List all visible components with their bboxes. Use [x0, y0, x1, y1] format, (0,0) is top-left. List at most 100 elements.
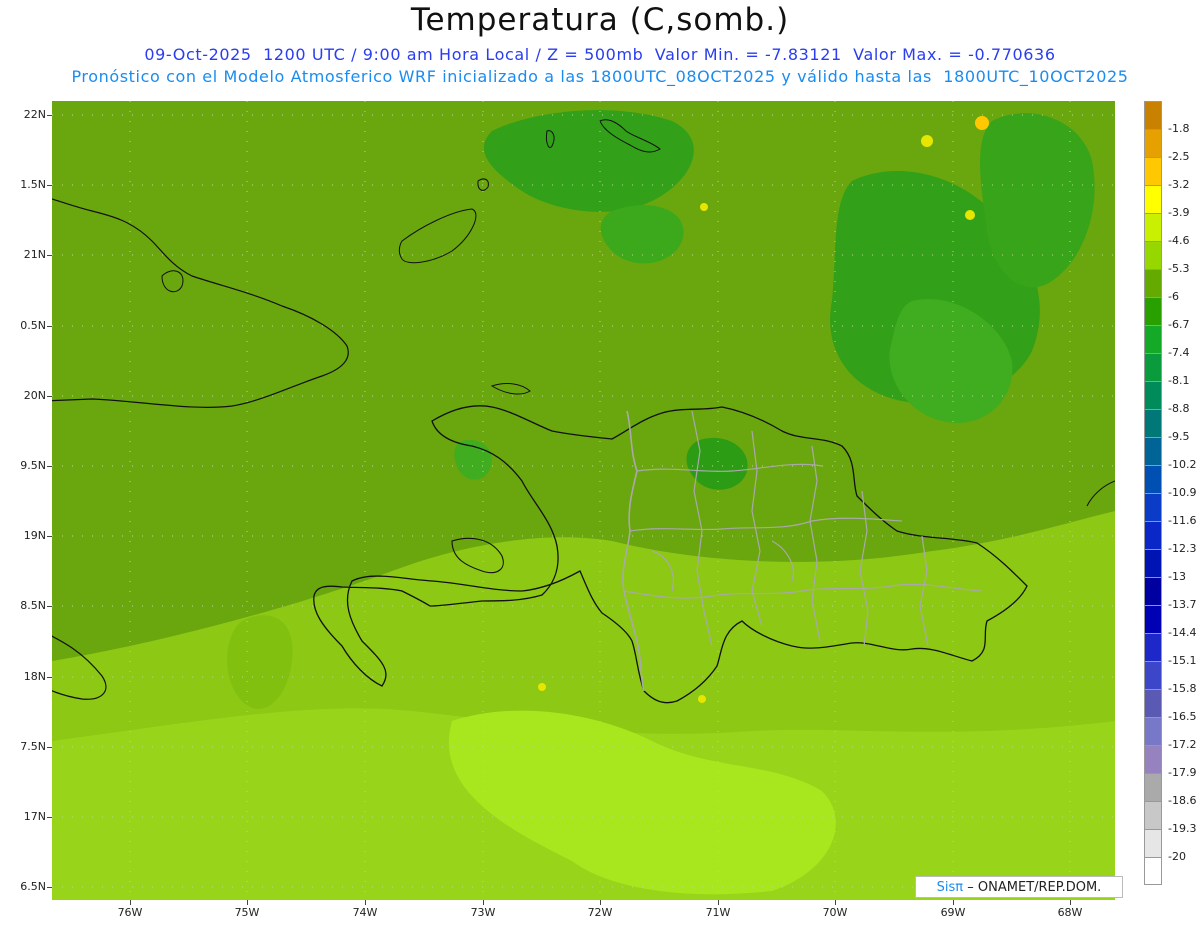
cuba-coastline [52, 198, 349, 408]
lon-label: 68W [1057, 906, 1083, 919]
lon-tick [1070, 900, 1071, 905]
colorbar-segment [1144, 269, 1162, 297]
colorbar-segment [1144, 325, 1162, 353]
warm-spot [921, 135, 933, 147]
colorbar-label: -9.5 [1168, 430, 1190, 443]
lat-label: 7.5N [20, 740, 46, 753]
colorbar-label: -13 [1168, 570, 1186, 583]
lon-tick [130, 900, 131, 905]
colorbar-label: -15.1 [1168, 654, 1197, 667]
warm-spot [965, 210, 975, 220]
lat-label: 19N [23, 529, 46, 542]
lat-label: 0.5N [20, 319, 46, 332]
colorbar-segment [1144, 745, 1162, 773]
colorbar-segment [1144, 549, 1162, 577]
colorbar-segment [1144, 381, 1162, 409]
lat-label: 8.5N [20, 599, 46, 612]
lon-label: 73W [470, 906, 496, 919]
lon-tick [483, 900, 484, 905]
colorbar-label: -3.9 [1168, 206, 1190, 219]
lat-label: 9.5N [20, 459, 46, 472]
colorbar-segment [1144, 157, 1162, 185]
colorbar-label: -6.7 [1168, 318, 1190, 331]
tortuga-island [490, 383, 531, 395]
island [477, 178, 489, 191]
warm-spot [700, 203, 708, 211]
lon-label: 76W [117, 906, 143, 919]
colorbar-label: -6 [1168, 290, 1179, 303]
colorbar-segment [1144, 633, 1162, 661]
lon-label: 72W [587, 906, 613, 919]
sispi-logo: Sisπ [936, 880, 964, 895]
temperature-map[interactable] [52, 101, 1115, 900]
colorbar-segment [1144, 241, 1162, 269]
colorbar-label: -7.4 [1168, 346, 1190, 359]
colorbar-label: -13.7 [1168, 598, 1197, 611]
colorbar-segment [1144, 801, 1162, 829]
colorbar-segment [1144, 101, 1162, 129]
colorbar-segment [1144, 185, 1162, 213]
colorbar-label: -10.2 [1168, 458, 1197, 471]
map-title: Temperatura (C,somb.) [410, 2, 790, 38]
colorbar-label: -19.3 [1168, 822, 1197, 835]
colorbar-segment [1144, 129, 1162, 157]
colorbar-segment [1144, 773, 1162, 801]
colorbar-segment [1144, 857, 1162, 885]
colorbar-segment [1144, 605, 1162, 633]
island [398, 208, 477, 264]
colorbar-label: -14.4 [1168, 626, 1197, 639]
subtitle-model-info: Pronóstico con el Modelo Atmosferico WRF… [71, 67, 1129, 86]
colorbar-segment [1144, 297, 1162, 325]
lat-label: 1.5N [20, 178, 46, 191]
colorbar-segment [1144, 465, 1162, 493]
lon-tick [365, 900, 366, 905]
colorbar-segment [1144, 521, 1162, 549]
lat-label: 17N [23, 810, 46, 823]
map-canvas [52, 101, 1115, 900]
lon-tick [953, 900, 954, 905]
lat-label: 6.5N [20, 880, 46, 893]
colorbar-label: -18.6 [1168, 794, 1197, 807]
cool-zone [483, 110, 694, 212]
colorbar-segment [1144, 689, 1162, 717]
colorbar-segment [1144, 661, 1162, 689]
warm-spot [538, 683, 546, 691]
colorbar-label: -4.6 [1168, 234, 1190, 247]
colorbar-label: -8.1 [1168, 374, 1190, 387]
colorbar-label: -17.9 [1168, 766, 1197, 779]
colorbar-label: -3.2 [1168, 178, 1190, 191]
colorbar-label: -12.3 [1168, 542, 1197, 555]
colorbar-segment [1144, 213, 1162, 241]
lat-label: 18N [23, 670, 46, 683]
lon-label: 70W [822, 906, 848, 919]
lon-tick [835, 900, 836, 905]
colorbar-label: -17.2 [1168, 738, 1197, 751]
subtitle-valid-time: 09-Oct-2025 1200 UTC / 9:00 am Hora Loca… [144, 45, 1056, 64]
colorbar [1144, 101, 1162, 885]
lon-label: 71W [705, 906, 731, 919]
cuba-island [161, 270, 184, 293]
lon-label: 69W [940, 906, 966, 919]
colorbar-label: -5.3 [1168, 262, 1190, 275]
colorbar-label: -1.8 [1168, 122, 1190, 135]
colorbar-segment [1144, 437, 1162, 465]
lon-label: 75W [234, 906, 260, 919]
colorbar-segment [1144, 829, 1162, 857]
lat-label: 21N [23, 248, 46, 261]
colorbar-label: -10.9 [1168, 486, 1197, 499]
lat-label: 20N [23, 389, 46, 402]
credit-text: – ONAMET/REP.DOM. [967, 880, 1102, 895]
colorbar-label: -15.8 [1168, 682, 1197, 695]
cool-zone [980, 113, 1095, 288]
puerto-rico-coastline [1086, 480, 1115, 507]
colorbar-label: -11.6 [1168, 514, 1197, 527]
warm-spot [975, 116, 989, 130]
warm-spot [698, 695, 706, 703]
lon-tick [600, 900, 601, 905]
lon-tick [718, 900, 719, 905]
colorbar-segment [1144, 493, 1162, 521]
colorbar-segment [1144, 717, 1162, 745]
colorbar-label: -20 [1168, 850, 1186, 863]
colorbar-label: -8.8 [1168, 402, 1190, 415]
colorbar-segment [1144, 353, 1162, 381]
